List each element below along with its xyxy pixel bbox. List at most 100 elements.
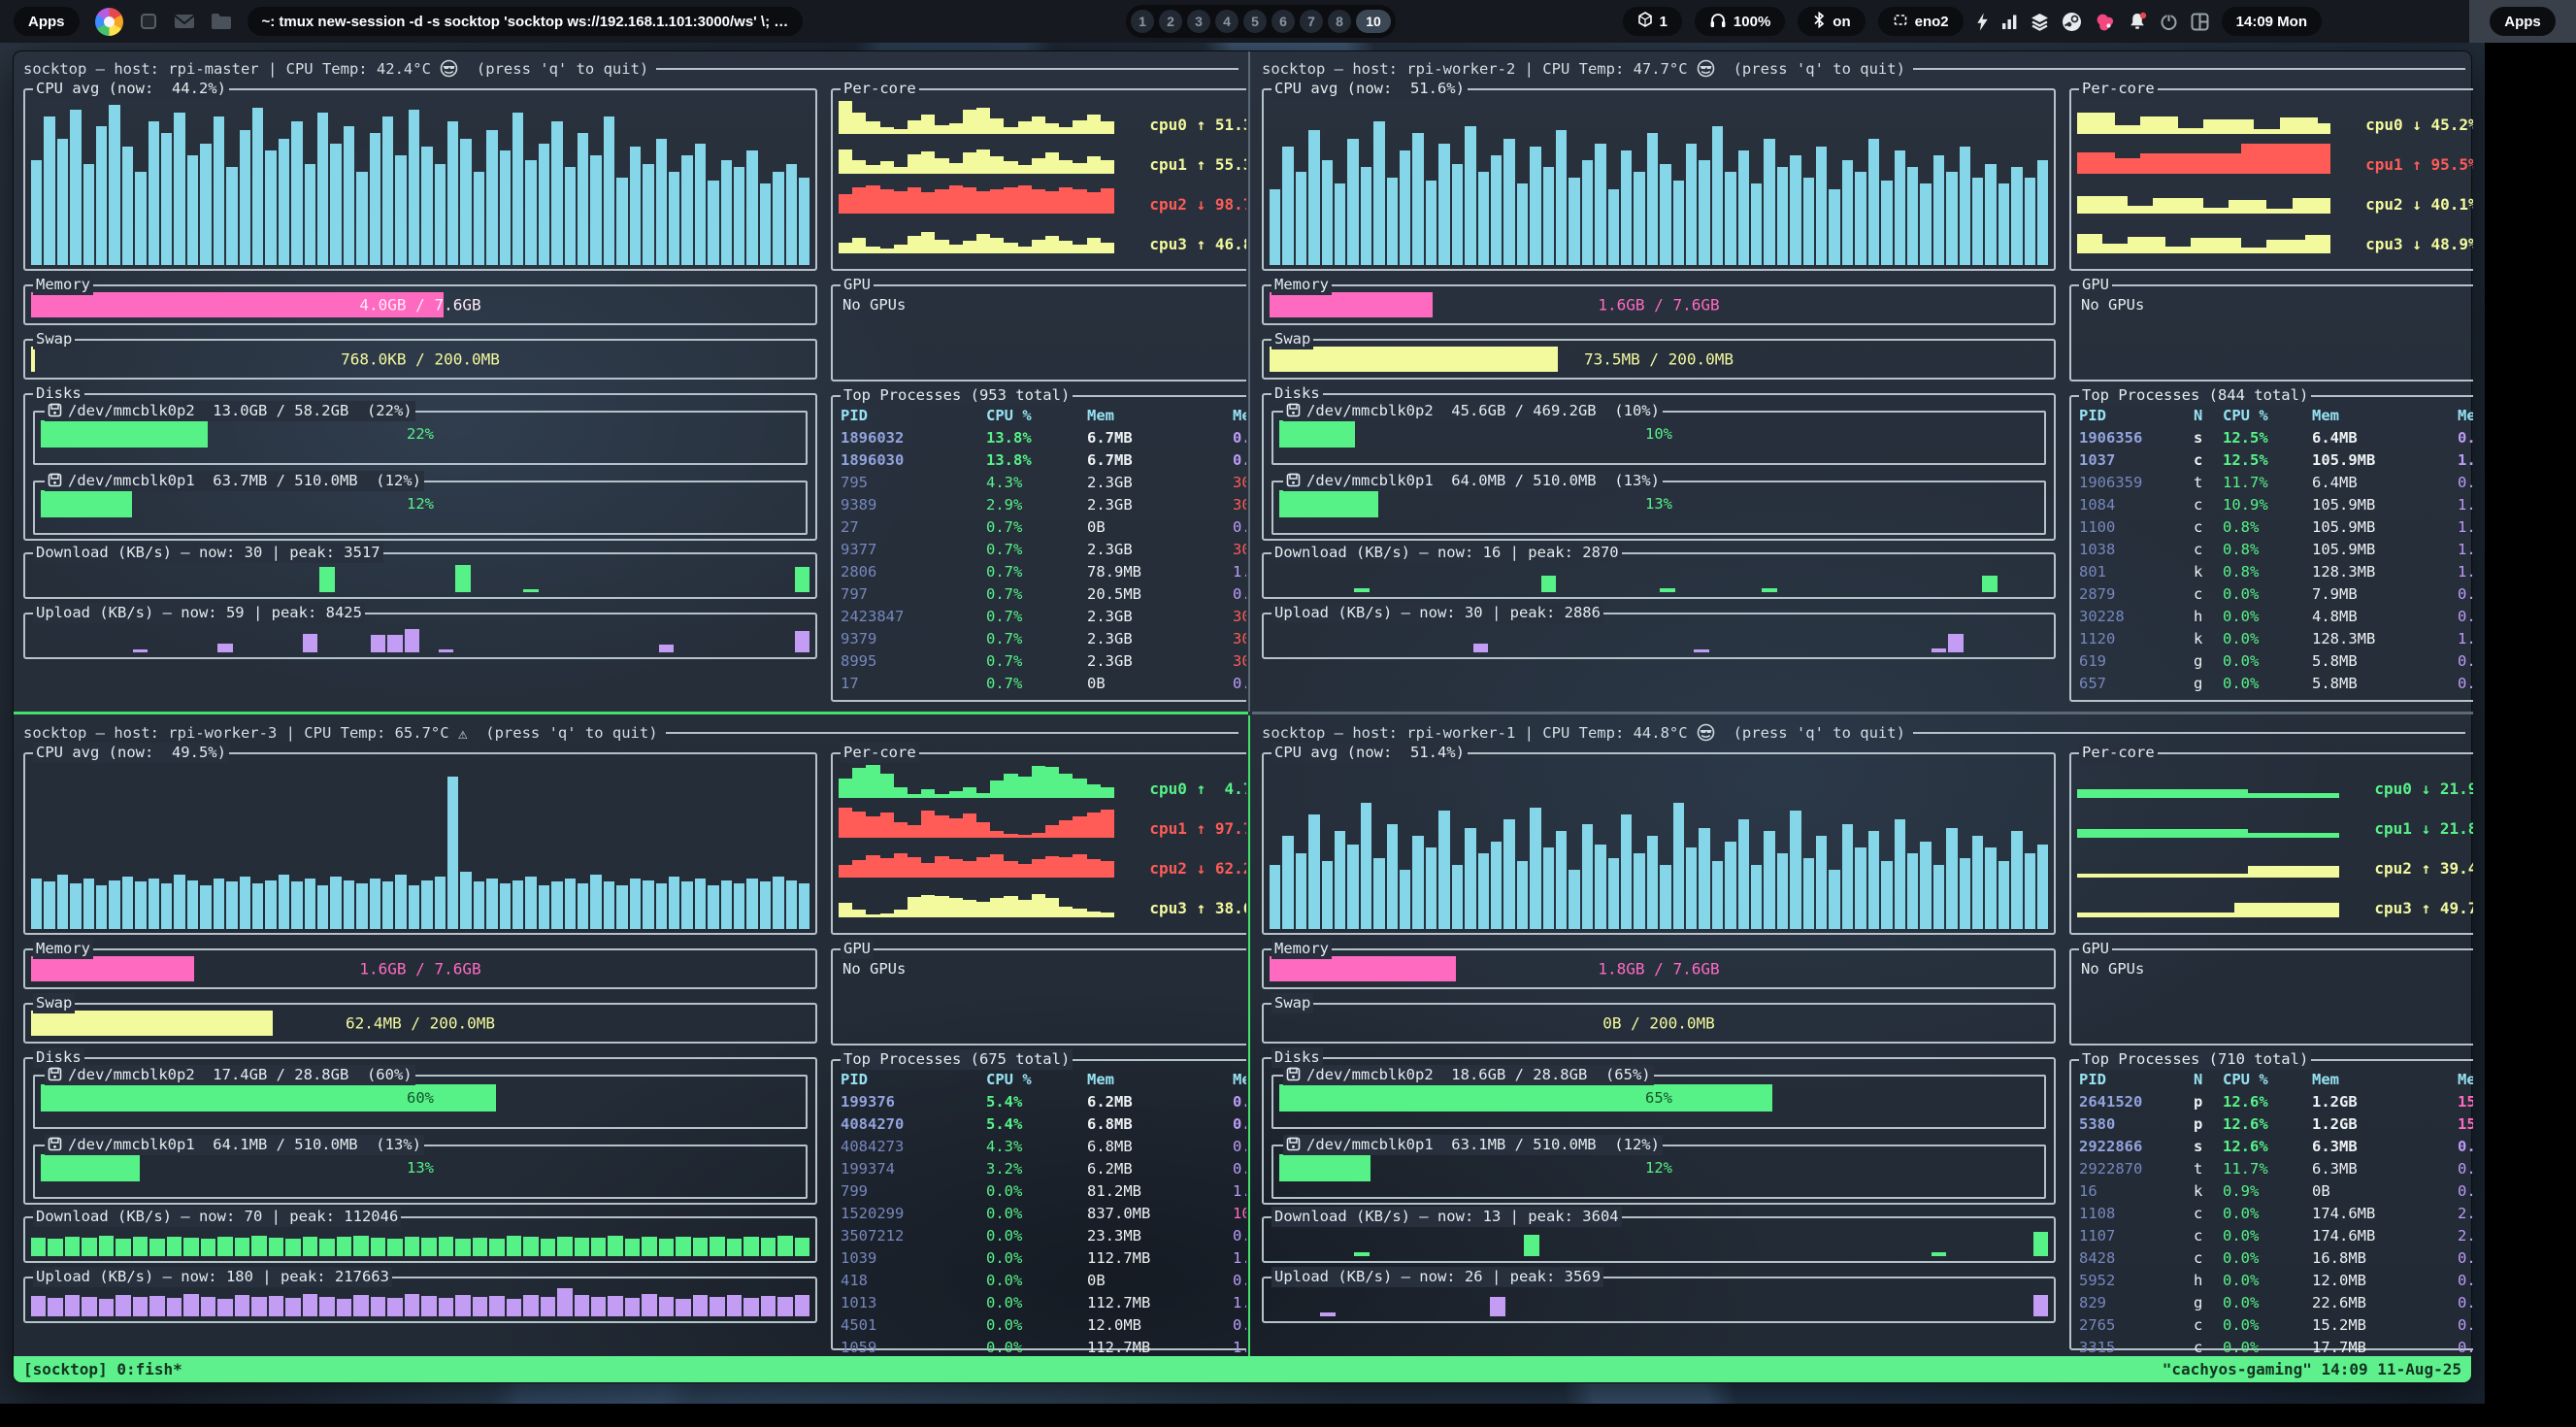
layout-switcher-icon[interactable] [2191, 13, 2209, 31]
per-core-box: Per-corecpu0 ↓ 45.2%cpu1 ↑ 95.5%cpu2 ↓ 4… [2069, 88, 2473, 271]
download-box-stats: Download (KB/s) — now: 70 | peak: 112046 [36, 1207, 398, 1227]
core-value: cpu3 ↑ 49.7% [2339, 899, 2473, 917]
gpu-label: GPU [843, 275, 871, 295]
core-value: cpu2 ↓ 40.1% [2330, 195, 2473, 214]
per-core-box-label: Per-core [841, 79, 919, 99]
workspace-5[interactable]: 5 [1243, 10, 1267, 33]
memory-box-label: Memory [1271, 275, 1332, 295]
process-row: 28060.7%78.9MB1.01% [833, 561, 1246, 583]
socktop-pane-rpi-worker-2[interactable]: socktop — host: rpi-worker-2 | CPU Temp:… [1252, 51, 2473, 710]
cpu-history-bars [31, 760, 809, 929]
socktop-pane-rpi-master[interactable]: socktop — host: rpi-master | CPU Temp: 4… [14, 51, 1246, 710]
power-profile-bolt-icon[interactable] [1976, 13, 1989, 31]
memory-box: Memory1.8GB / 7.6GB [1262, 948, 2056, 989]
process-row: 16k0.9%0B0.00% [2071, 1180, 2473, 1203]
download-box-stats: Download (KB/s) — now: 30 | peak: 3517 [36, 543, 380, 563]
top-processes-label: Top Processes (710 total) [2082, 1049, 2308, 1070]
swap-value: 768.0KB / 200.0MB [31, 350, 809, 369]
socktop-pane-rpi-worker-3[interactable]: socktop — host: rpi-worker-3 | CPU Temp:… [14, 715, 1246, 1358]
volume-indicator[interactable]: 100% [1695, 7, 1785, 36]
process-row: 89950.7%2.3GB30.64% [833, 650, 1246, 673]
core-value: cpu0 ↑ 4.7% [1114, 780, 1246, 798]
pane-title: socktop — host: rpi-worker-1 | CPU Temp:… [1262, 721, 2465, 745]
cpu-avg-chart-label: CPU avg (now: 51.4%) [1271, 743, 1468, 763]
apps-button-secondary[interactable]: Apps [2490, 7, 2556, 36]
top-processes-box-label: Top Processes (953 total) [841, 385, 1073, 406]
disk-icon [48, 471, 62, 491]
core-sparkline [2077, 763, 2339, 798]
folder-icon[interactable] [211, 13, 232, 30]
per-core-box: Per-corecpu0 ↑ 51.3%cpu1 ↑ 55.3%cpu2 ↓ 9… [831, 88, 1246, 271]
steam-icon[interactable] [2062, 12, 2082, 32]
network-indicator[interactable]: eno2 [1878, 7, 1964, 36]
power-icon[interactable] [2160, 13, 2178, 31]
swap-label: Swap [1274, 993, 1310, 1013]
swap-box: Swap73.5MB / 200.0MB [1262, 339, 2056, 380]
per-core-label: Per-core [2082, 79, 2155, 99]
workspace-4[interactable]: 4 [1215, 10, 1238, 33]
workspace-8[interactable]: 8 [1328, 10, 1351, 33]
app-launcher-icon[interactable] [95, 8, 123, 36]
core-sparkline [2077, 179, 2330, 214]
process-table-header: PIDNCPU %MemMem % [2071, 1069, 2473, 1091]
download-box-label: Download (KB/s) — now: 16 | peak: 2870 [1271, 543, 1622, 563]
disk-item-1: /dev/mmcblk0p1 64.0MB / 510.0MB (13%)13% [1271, 481, 2046, 535]
workspace-1[interactable]: 1 [1131, 10, 1154, 33]
cpu-avg-chart-label: CPU avg (now: 44.2%) [33, 79, 229, 99]
disk-item-1: /dev/mmcblk0p1 64.1MB / 510.0MB (13%)13% [33, 1145, 808, 1199]
apps-button[interactable]: Apps [14, 7, 80, 36]
tmux-session-window[interactable]: [socktop] 0:fish* [23, 1360, 2163, 1378]
gpu-status: No GPUs [2071, 286, 2473, 323]
bluetooth-indicator[interactable]: on [1798, 7, 1865, 36]
clock[interactable]: 14:09 Mon [2222, 7, 2322, 36]
core-value: cpu2 ↓ 62.2% [1114, 859, 1246, 878]
upload-bars [1270, 622, 2048, 652]
workspace-7[interactable]: 7 [1300, 10, 1323, 33]
process-row: 1084c10.9%105.9MB1.36% [2071, 494, 2473, 516]
workspace-10[interactable]: 10 [1356, 10, 1391, 33]
pane-separator-vertical-top[interactable] [1248, 51, 1250, 712]
upload-box: Upload (KB/s) — now: 26 | peak: 3569 [1262, 1277, 2056, 1323]
swap-box-label: Swap [1271, 993, 1313, 1013]
notification-bell-icon[interactable] [2128, 12, 2147, 31]
download-box-label: Download (KB/s) — now: 13 | peak: 3604 [1271, 1207, 1622, 1227]
top-processes-box: Top Processes (844 total)PIDNCPU %MemMem… [2069, 395, 2473, 702]
bluetooth-icon [1812, 12, 1826, 32]
disk-usage-pct: 60% [41, 1089, 800, 1107]
process-row: 45010.0%12.0MB0.15% [833, 1314, 1246, 1337]
process-row: 619g0.0%5.8MB0.07% [2071, 650, 2473, 673]
disk-usage-pct: 12% [1279, 1159, 2038, 1177]
gpu-label: GPU [2082, 275, 2109, 295]
process-row: 170.7%0B0.00% [833, 673, 1246, 695]
smiley-cool-icon [1697, 59, 1715, 79]
download-box-label: Download (KB/s) — now: 30 | peak: 3517 [33, 543, 383, 563]
disk-info: /dev/mmcblk0p1 63.1MB / 510.0MB (12%) [1306, 1135, 1660, 1155]
gpu-box: GPUNo GPUs [831, 284, 1246, 382]
pink-app-icon[interactable] [2095, 12, 2115, 32]
terminal-window[interactable]: socktop — host: rpi-master | CPU Temp: 4… [13, 50, 2472, 1383]
core-sparkline [839, 763, 1114, 798]
cpu-avg-label: CPU avg (now: 51.4%) [1274, 743, 1465, 763]
workspace-6[interactable]: 6 [1271, 10, 1295, 33]
process-row: 1100c0.8%105.9MB1.36% [2071, 516, 2473, 539]
process-row: 35072120.0%23.3MB0.30% [833, 1225, 1246, 1247]
workspace-3[interactable]: 3 [1187, 10, 1210, 33]
core-sparkline [839, 139, 1114, 174]
layers-icon[interactable] [2031, 13, 2049, 31]
mail-icon[interactable] [174, 13, 195, 30]
pane-separator-vertical-bottom[interactable] [1248, 715, 1250, 1358]
socktop-pane-rpi-worker-1[interactable]: socktop — host: rpi-worker-1 | CPU Temp:… [1252, 715, 2473, 1358]
process-row: 4180.0%0B0.00% [833, 1270, 1246, 1292]
process-row: 8428c0.0%16.8MB0.22% [2071, 1247, 2473, 1270]
pane-separator-horizontal-left[interactable] [14, 712, 1248, 714]
swap-value: 0B / 200.0MB [1270, 1014, 2048, 1033]
workspace-2[interactable]: 2 [1159, 10, 1182, 33]
pane-separator-horizontal-right[interactable] [1252, 712, 2473, 714]
process-row: 30228h0.0%4.8MB0.06% [2071, 606, 2473, 628]
focused-window-title[interactable]: ~: tmux new-session -d -s socktop 'sockt… [248, 7, 804, 36]
usage-bars-icon[interactable] [2001, 14, 2018, 30]
updates-indicator[interactable]: 1 [1623, 7, 1682, 36]
window-icon[interactable] [139, 12, 158, 31]
process-row: 1120k0.0%128.3MB1.64% [2071, 628, 2473, 650]
upload-box-label: Upload (KB/s) — now: 26 | peak: 3569 [1271, 1267, 1603, 1287]
